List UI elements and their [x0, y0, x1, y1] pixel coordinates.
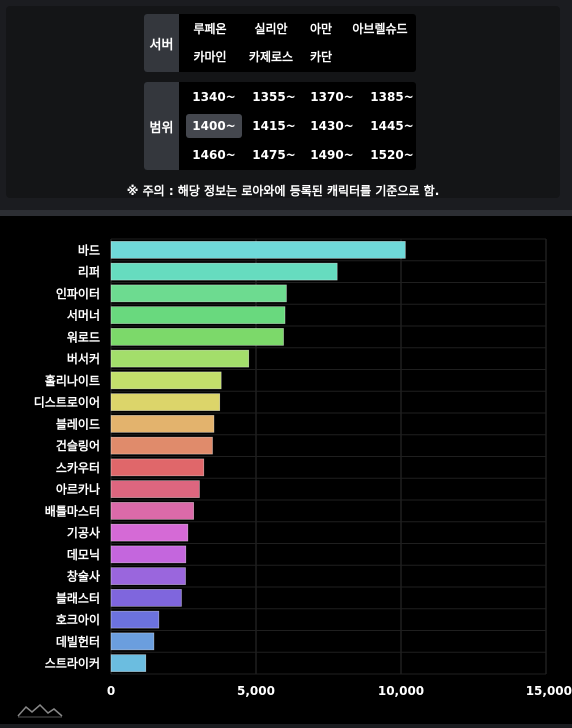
- x-tick-label: 15,000: [526, 684, 572, 698]
- bar[interactable]: [110, 349, 250, 368]
- category-label: 아르카나: [56, 482, 100, 497]
- x-tick-label: 10,000: [378, 684, 424, 698]
- bar[interactable]: [110, 415, 215, 433]
- category-label: 호크아이: [56, 612, 100, 627]
- category-label: 버서커: [67, 351, 100, 366]
- notice-text: ※ 주의 : 해당 정보는 로아와에 등록된 캐릭터를 기준으로 함.: [126, 184, 440, 198]
- range-option[interactable]: 1400~: [186, 114, 242, 138]
- range-option[interactable]: 1430~: [304, 114, 360, 138]
- filter-panel: 서버 루페온 실리안 아만 아브렐슈드 카마인 카제로스 카단 범위 1340~ 1355~ 1…: [6, 6, 560, 198]
- category-label: 스트라이커: [45, 656, 100, 671]
- server-option[interactable]: 카단: [301, 45, 341, 69]
- range-option[interactable]: 1370~: [304, 85, 360, 109]
- bar[interactable]: [110, 545, 187, 564]
- server-option[interactable]: 카마인: [182, 45, 238, 69]
- bar[interactable]: [110, 589, 182, 607]
- server-option[interactable]: 아브렐슈드: [347, 17, 413, 41]
- category-label: 건슬링어: [56, 438, 100, 453]
- range-filter-label: 범위: [144, 82, 179, 170]
- mountain-logo-icon: [17, 703, 63, 718]
- category-label: 블레이드: [56, 416, 100, 431]
- bar[interactable]: [110, 393, 221, 411]
- bar[interactable]: [110, 262, 338, 281]
- range-option[interactable]: 1475~: [246, 143, 302, 167]
- category-label: 바드: [78, 242, 100, 257]
- category-label: 배틀마스터: [45, 503, 100, 518]
- bar[interactable]: [110, 654, 147, 672]
- bar[interactable]: [110, 610, 160, 629]
- range-option[interactable]: 1520~: [364, 143, 420, 167]
- category-label: 데모닉: [67, 547, 100, 562]
- category-label: 워로드: [67, 330, 100, 344]
- range-option[interactable]: 1490~: [304, 143, 360, 167]
- server-filter-label: 서버: [144, 14, 179, 72]
- bar[interactable]: [110, 458, 205, 477]
- category-label: 데빌헌터: [56, 634, 100, 649]
- bar[interactable]: [110, 567, 186, 585]
- server-option[interactable]: 루페온: [182, 17, 238, 41]
- bar[interactable]: [110, 502, 194, 520]
- server-option[interactable]: 실리안: [240, 17, 302, 41]
- range-option[interactable]: 1445~: [364, 114, 420, 138]
- category-label: 스카우터: [56, 460, 100, 475]
- bar[interactable]: [110, 632, 155, 651]
- category-label: 인파이터: [56, 286, 100, 301]
- category-label: 창술사: [67, 569, 100, 584]
- server-option[interactable]: 아만: [301, 17, 341, 41]
- range-filter-group: 범위 1340~ 1355~ 1370~ 1385~ 1400~ 1415~ 1430~ 14…: [144, 82, 416, 170]
- range-option[interactable]: 1460~: [186, 143, 242, 167]
- category-label: 디스트로이어: [34, 395, 100, 410]
- bar[interactable]: [110, 328, 284, 346]
- server-filter-group: 서버 루페온 실리안 아만 아브렐슈드카마인 카제로스 카단: [144, 14, 416, 72]
- category-label: 리퍼: [78, 264, 100, 279]
- server-option[interactable]: 카제로스: [240, 45, 302, 69]
- bar[interactable]: [110, 306, 286, 324]
- category-label: 블래스터: [56, 590, 100, 605]
- range-option[interactable]: 1385~: [364, 85, 420, 109]
- bar[interactable]: [110, 371, 222, 390]
- category-label: 서머너: [67, 308, 100, 323]
- chart-panel: 바드리퍼인파이터서머너워로드버서커홀리나이트디스트로이어블레이드건슬링어스카우터…: [0, 216, 572, 724]
- x-tick-label: 5,000: [237, 684, 275, 698]
- x-tick-label: 0: [107, 684, 115, 698]
- bar[interactable]: [110, 480, 200, 498]
- bar[interactable]: [110, 241, 406, 259]
- bar[interactable]: [110, 284, 287, 303]
- bar[interactable]: [110, 436, 213, 455]
- category-label: 홀리나이트: [45, 373, 100, 388]
- range-option[interactable]: 1355~: [246, 85, 302, 109]
- bar[interactable]: [110, 523, 189, 542]
- class-distribution-chart: 바드리퍼인파이터서머너워로드버서커홀리나이트디스트로이어블레이드건슬링어스카우터…: [34, 238, 572, 698]
- range-option[interactable]: 1340~: [186, 85, 242, 109]
- category-label: 기공사: [67, 525, 100, 540]
- range-option[interactable]: 1415~: [246, 114, 302, 138]
